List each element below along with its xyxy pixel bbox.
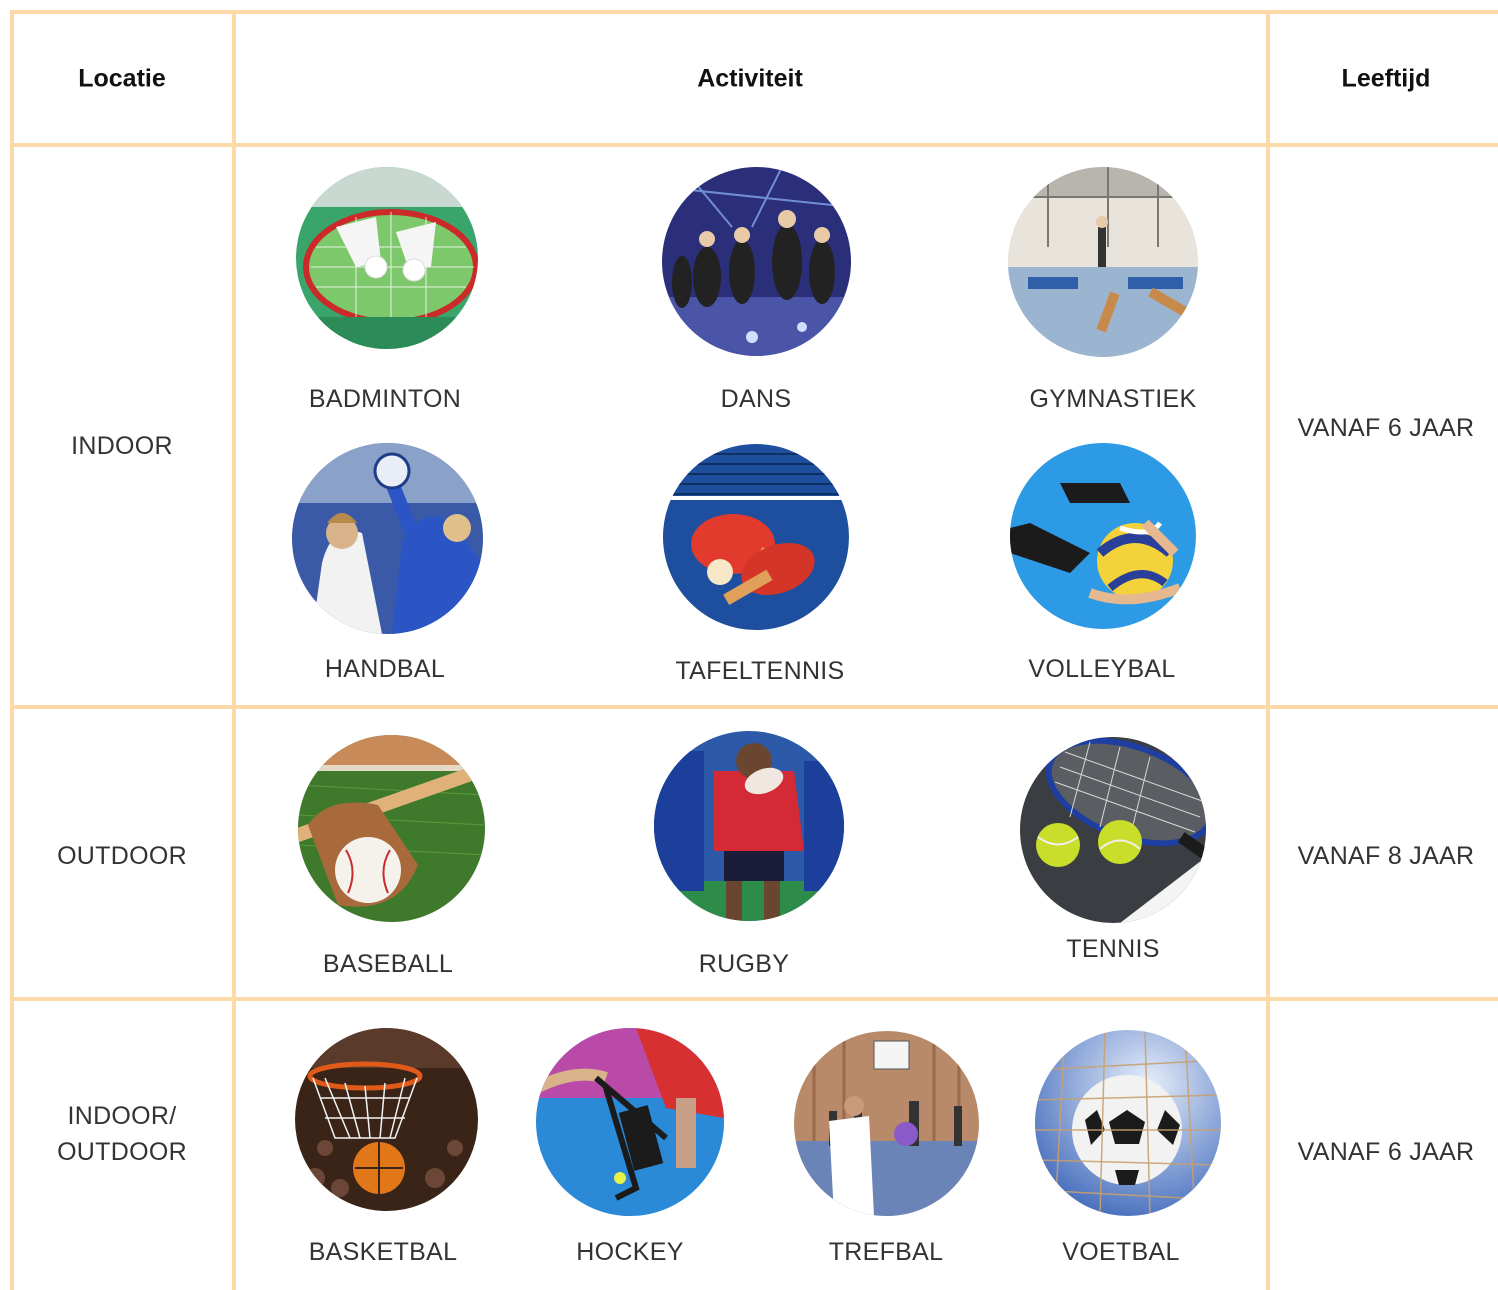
activity-label-baseball: BASEBALL [322, 950, 454, 978]
header-age: Leeftijd [1341, 64, 1431, 93]
row-indoor-outdoor-location: INDOOR/ OUTDOOR [57, 1098, 187, 1170]
location-line-1: INDOOR/ [67, 1102, 177, 1130]
table-border-col1 [232, 10, 236, 1290]
activity-label-hockey: HOCKEY [576, 1238, 684, 1266]
dance-photo [662, 167, 851, 356]
row-outdoor-location: OUTDOOR [57, 842, 187, 870]
activity-label-dans: DANS [720, 385, 792, 413]
activity-label-rugby: RUGBY [698, 950, 790, 978]
row-indoor-age: VANAF 6 JAAR [1297, 414, 1475, 442]
basketball-photo [295, 1028, 478, 1211]
activity-label-volleybal: VOLLEYBAL [1028, 655, 1176, 683]
activity-label-tafeltennis: TAFELTENNIS [675, 657, 845, 685]
handball-photo [292, 443, 483, 634]
football-photo [1035, 1030, 1221, 1216]
activity-label-tennis: TENNIS [1066, 935, 1160, 963]
activity-label-basketbal: BASKETBAL [308, 1238, 458, 1266]
table-border-col2 [1266, 10, 1270, 1290]
activity-label-trefbal: TREFBAL [828, 1238, 944, 1266]
rugby-photo [654, 731, 844, 921]
badminton-photo [296, 167, 478, 349]
activity-label-badminton: BADMINTON [308, 385, 462, 413]
row-indoor-location: INDOOR [71, 432, 173, 460]
activity-label-handbal: HANDBAL [324, 655, 446, 683]
table-border-left [10, 10, 14, 1290]
table-tennis-photo [663, 444, 849, 630]
baseball-photo [298, 735, 485, 922]
location-line-2: OUTDOOR [57, 1138, 187, 1166]
dodgeball-photo [794, 1031, 979, 1216]
hockey-photo [536, 1028, 724, 1216]
row-outdoor-age: VANAF 8 JAAR [1297, 842, 1475, 870]
row-indoor-outdoor-age: VANAF 6 JAAR [1297, 1138, 1475, 1166]
header-location: Locatie [78, 64, 166, 93]
volleyball-photo [1010, 443, 1196, 629]
tennis-photo [1020, 737, 1206, 923]
gymnastics-photo [1008, 167, 1198, 357]
activity-label-voetbal: VOETBAL [1062, 1238, 1180, 1266]
activity-label-gymnastiek: GYMNASTIEK [1029, 385, 1197, 413]
header-activity: Activiteit [697, 64, 803, 93]
